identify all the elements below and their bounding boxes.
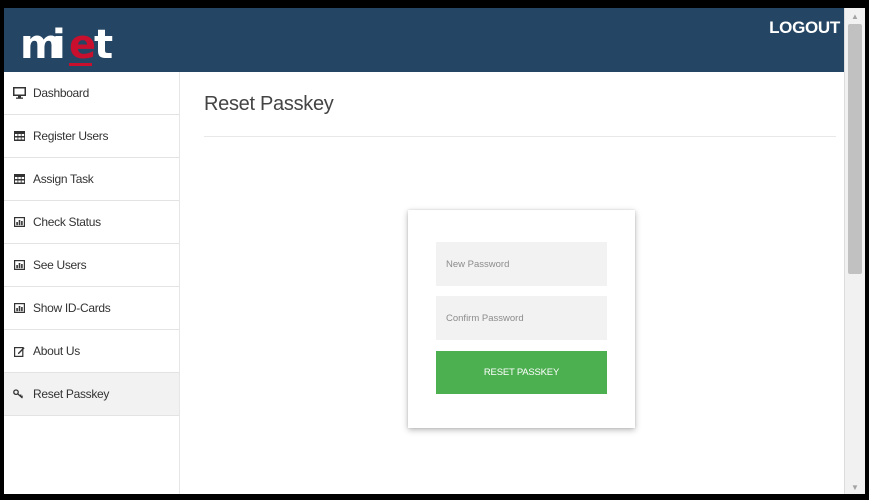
sidebar-item-label: Check Status: [33, 215, 101, 229]
reset-passkey-button[interactable]: RESET PASSKEY: [436, 351, 607, 394]
logo-underline: [69, 63, 92, 66]
app-window: m i e t LOGOUT ▲ ▼ Dashboard Register Us…: [4, 8, 865, 494]
logo-text-t: t: [94, 22, 113, 68]
miet-logo[interactable]: m i e t: [18, 14, 128, 70]
chart-icon: [12, 302, 26, 314]
logo-text-i: i: [52, 22, 66, 68]
main-content: Reset Passkey RESET PASSKEY: [197, 72, 844, 494]
sidebar-item-show-id-cards[interactable]: Show ID-Cards: [4, 287, 179, 330]
reset-passkey-card: RESET PASSKEY: [408, 210, 635, 428]
desktop-icon: [12, 87, 26, 99]
logo-text-e: e: [69, 22, 96, 68]
sidebar: Dashboard Register Users Assign Task Che…: [4, 72, 180, 494]
scroll-down-arrow-icon[interactable]: ▼: [851, 483, 859, 492]
sidebar-item-label: Register Users: [33, 129, 109, 143]
sidebar-item-see-users[interactable]: See Users: [4, 244, 179, 287]
key-icon: [12, 388, 26, 400]
sidebar-item-assign-task[interactable]: Assign Task: [4, 158, 179, 201]
sidebar-item-label: Show ID-Cards: [33, 301, 111, 315]
logout-button[interactable]: LOGOUT: [765, 8, 844, 48]
sidebar-item-label: Reset Passkey: [33, 387, 110, 401]
title-divider: [204, 136, 836, 137]
scroll-up-arrow-icon[interactable]: ▲: [851, 12, 859, 21]
sidebar-item-about-us[interactable]: About Us: [4, 330, 179, 373]
page-scrollbar[interactable]: ▲ ▼: [844, 8, 865, 494]
sidebar-item-label: About Us: [33, 344, 80, 358]
top-header: m i e t LOGOUT: [4, 8, 844, 72]
table-icon: [12, 173, 26, 185]
sidebar-item-label: See Users: [33, 258, 87, 272]
edit-icon: [12, 345, 26, 357]
confirm-password-input[interactable]: [436, 296, 607, 340]
chart-icon: [12, 216, 26, 228]
sidebar-item-check-status[interactable]: Check Status: [4, 201, 179, 244]
sidebar-item-dashboard[interactable]: Dashboard: [4, 72, 179, 115]
chart-icon: [12, 259, 26, 271]
page-title: Reset Passkey: [204, 93, 334, 115]
sidebar-item-label: Dashboard: [33, 86, 90, 100]
table-icon: [12, 130, 26, 142]
new-password-input[interactable]: [436, 242, 607, 286]
sidebar-item-register-users[interactable]: Register Users: [4, 115, 179, 158]
sidebar-item-label: Assign Task: [33, 172, 94, 186]
sidebar-item-reset-passkey[interactable]: Reset Passkey: [4, 373, 179, 416]
scroll-thumb[interactable]: [848, 24, 862, 274]
